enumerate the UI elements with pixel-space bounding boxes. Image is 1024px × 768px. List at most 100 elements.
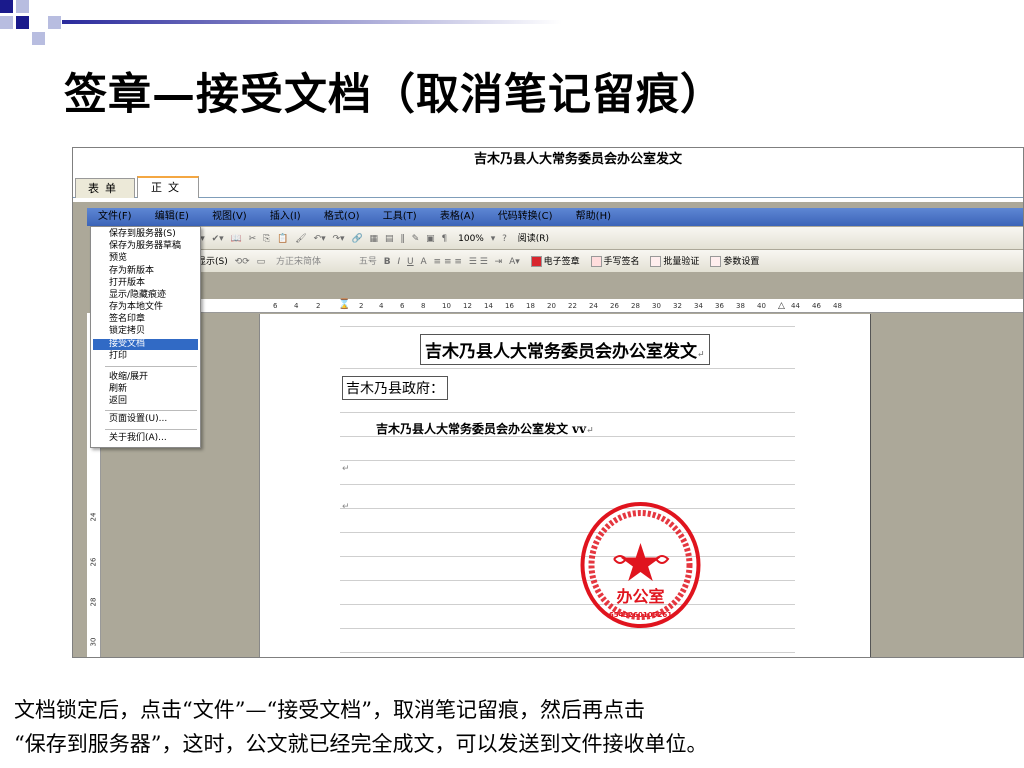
char-border-icon[interactable]: A <box>421 251 427 272</box>
help-icon[interactable]: ? <box>502 228 507 249</box>
underline-icon[interactable]: U <box>407 251 414 272</box>
vruler-tick: 30 <box>89 637 98 647</box>
menu-item-save-draft[interactable]: 保存为服务器草稿 <box>93 241 198 252</box>
font-color-icon[interactable]: A▾ <box>509 251 520 272</box>
menu-item-toggle-marks[interactable]: 显示/隐藏痕迹 <box>93 290 198 301</box>
paragraph-mark: ↵ <box>342 464 350 474</box>
undo-icon[interactable]: ↶▾ <box>314 228 326 249</box>
menu-item-save-local[interactable]: 存为本地文件 <box>93 302 198 313</box>
caption-line-2: “保存到服务器”，这时，公文就已经完全成文，可以发送到文件接收单位。 <box>14 732 708 756</box>
hyperlink-icon[interactable]: 🔗 <box>351 228 362 249</box>
align-icon[interactable]: ≡ ≡ ≡ <box>434 251 462 272</box>
ruler-tick: 12 <box>463 302 472 310</box>
italic-icon[interactable]: I <box>398 251 401 272</box>
tab-form[interactable]: 表单 <box>75 178 135 200</box>
menu-item-save-server[interactable]: 保存到服务器(S) <box>93 229 198 240</box>
read-mode-button[interactable]: 阅读(R) <box>514 227 553 249</box>
track-changes-icon[interactable]: ⟲⟳ <box>235 251 250 272</box>
ruled-line <box>340 652 795 653</box>
ruler-tick: 8 <box>421 302 426 310</box>
menu-separator <box>105 429 197 430</box>
tab-body[interactable]: 正文 <box>137 176 199 199</box>
ruler-tick: 32 <box>673 302 682 310</box>
batch-verify-label: 批量验证 <box>663 257 700 267</box>
editor-window: 吉木乃县人大常务委员会办公室发文 表单 正文 文件(F) 编辑(E) 视图(V)… <box>72 147 1024 658</box>
menu-item-lock-copy[interactable]: 锁定拷贝 <box>93 326 198 337</box>
file-menu-dropdown: 保存到服务器(S) 保存为服务器草稿 预览 存为新版本 打开版本 显示/隐藏痕迹… <box>90 226 201 448</box>
excel-icon[interactable]: ▤ <box>385 228 394 249</box>
menu-item-refresh[interactable]: 刷新 <box>93 384 198 395</box>
ruler-tick: 26 <box>610 302 619 310</box>
menu-edit[interactable]: 编辑(E) <box>144 208 198 226</box>
batch-verify-button[interactable]: 批量验证 <box>646 250 703 272</box>
decor-square <box>0 16 13 29</box>
review-pane-icon[interactable]: ▭ <box>257 251 266 272</box>
paragraph-mark: ↵ <box>342 502 350 512</box>
params-button[interactable]: 参数设置 <box>706 250 763 272</box>
menu-item-collapse-expand[interactable]: 收缩/展开 <box>93 372 198 383</box>
list-icon[interactable]: ☰ ☰ <box>469 251 488 272</box>
paste-icon[interactable]: 📋 <box>277 228 288 249</box>
document-header: 吉木乃县人大常务委员会办公室发文 <box>73 148 1023 172</box>
right-indent-icon[interactable]: △ <box>778 299 785 313</box>
bold-icon[interactable]: B <box>384 251 391 272</box>
ruler-tick: 16 <box>505 302 514 310</box>
menu-item-accept-document[interactable]: 接受文档 <box>93 339 198 350</box>
menu-item-page-setup[interactable]: 页面设置(U)... <box>93 414 198 425</box>
menu-code-convert[interactable]: 代码转换(C) <box>487 208 562 226</box>
menu-table[interactable]: 表格(A) <box>429 208 484 226</box>
slide-title: 签章—接受文档（取消笔记留痕） <box>64 70 724 120</box>
ruled-line <box>340 556 795 557</box>
salutation: 吉木乃县政府： <box>342 376 448 400</box>
menu-item-print[interactable]: 打印 <box>93 351 198 362</box>
font-name-select[interactable]: 方正宋简体 <box>272 250 352 272</box>
menu-item-about[interactable]: 关于我们(A)... <box>93 433 198 444</box>
e-sign-button[interactable]: 电子签章 <box>527 250 584 272</box>
ruled-line <box>340 604 795 605</box>
document-body-line: 吉木乃县人大常务委员会办公室发文 vv↵ <box>376 420 594 437</box>
menu-tools[interactable]: 工具(T) <box>372 208 426 226</box>
vruler-tick: 28 <box>89 597 98 607</box>
ruler-tick: 6 <box>400 302 405 310</box>
indent-marker-icon[interactable]: ⌛ <box>338 299 350 311</box>
ruler-tick: 22 <box>568 302 577 310</box>
menu-item-preview[interactable]: 预览 <box>93 253 198 264</box>
menu-item-open-version[interactable]: 打开版本 <box>93 278 198 289</box>
menu-insert[interactable]: 插入(I) <box>259 208 310 226</box>
menu-item-save-version[interactable]: 存为新版本 <box>93 266 198 277</box>
menu-view[interactable]: 视图(V) <box>201 208 256 226</box>
chevron-down-icon[interactable]: ▾ <box>491 228 496 249</box>
menu-format[interactable]: 格式(O) <box>313 208 369 226</box>
format-painter-icon[interactable]: 🖌 <box>295 228 306 249</box>
doc-map-icon[interactable]: ▣ <box>426 228 435 249</box>
menu-file[interactable]: 文件(F) <box>87 208 141 226</box>
copy-icon[interactable]: ⎘ <box>263 228 270 249</box>
cut-icon[interactable]: ✂ <box>249 228 257 249</box>
menu-help[interactable]: 帮助(H) <box>565 208 620 226</box>
spell-check-icon[interactable]: ✔▾ <box>212 228 224 249</box>
decor-square <box>48 16 61 29</box>
standard-toolbar: 🗎▾ ✔▾ 📖 ✂ ⎘ 📋 🖌 ↶▾ ↷▾ 🔗 ▦ ▤ ‖ ✎ ▣ ¶ 100%… <box>193 227 1023 249</box>
table-icon[interactable]: ▦ <box>370 228 379 249</box>
decor-square <box>16 0 29 13</box>
zoom-select[interactable]: 100% <box>454 227 488 249</box>
columns-icon[interactable]: ‖ <box>400 228 405 249</box>
ruler-tick: 2 <box>359 302 364 310</box>
handwrite-sign-button[interactable]: 手写签名 <box>587 250 644 272</box>
indent-icon[interactable]: ⇥ <box>495 251 503 272</box>
decor-square <box>32 32 45 45</box>
redo-icon[interactable]: ↷▾ <box>333 228 345 249</box>
params-icon <box>710 256 722 267</box>
seal-text: 办公室 <box>616 587 664 606</box>
show-marks-icon[interactable]: ¶ <box>442 228 448 249</box>
drawing-icon[interactable]: ✎ <box>412 228 420 249</box>
font-size-select[interactable]: 五号 <box>355 250 381 272</box>
research-icon[interactable]: 📖 <box>231 228 242 249</box>
menu-item-back[interactable]: 返回 <box>93 396 198 407</box>
seal-icon <box>530 256 542 267</box>
e-sign-label: 电子签章 <box>543 257 580 267</box>
ruler-tick: 4 <box>294 302 299 310</box>
document-page[interactable]: 吉木乃县人大常务委员会办公室发文↵ 吉木乃县政府： 吉木乃县人大常务委员会办公室… <box>259 314 871 657</box>
menu-item-sign-seal[interactable]: 签名印章 <box>93 314 198 325</box>
ruled-line <box>340 460 795 461</box>
